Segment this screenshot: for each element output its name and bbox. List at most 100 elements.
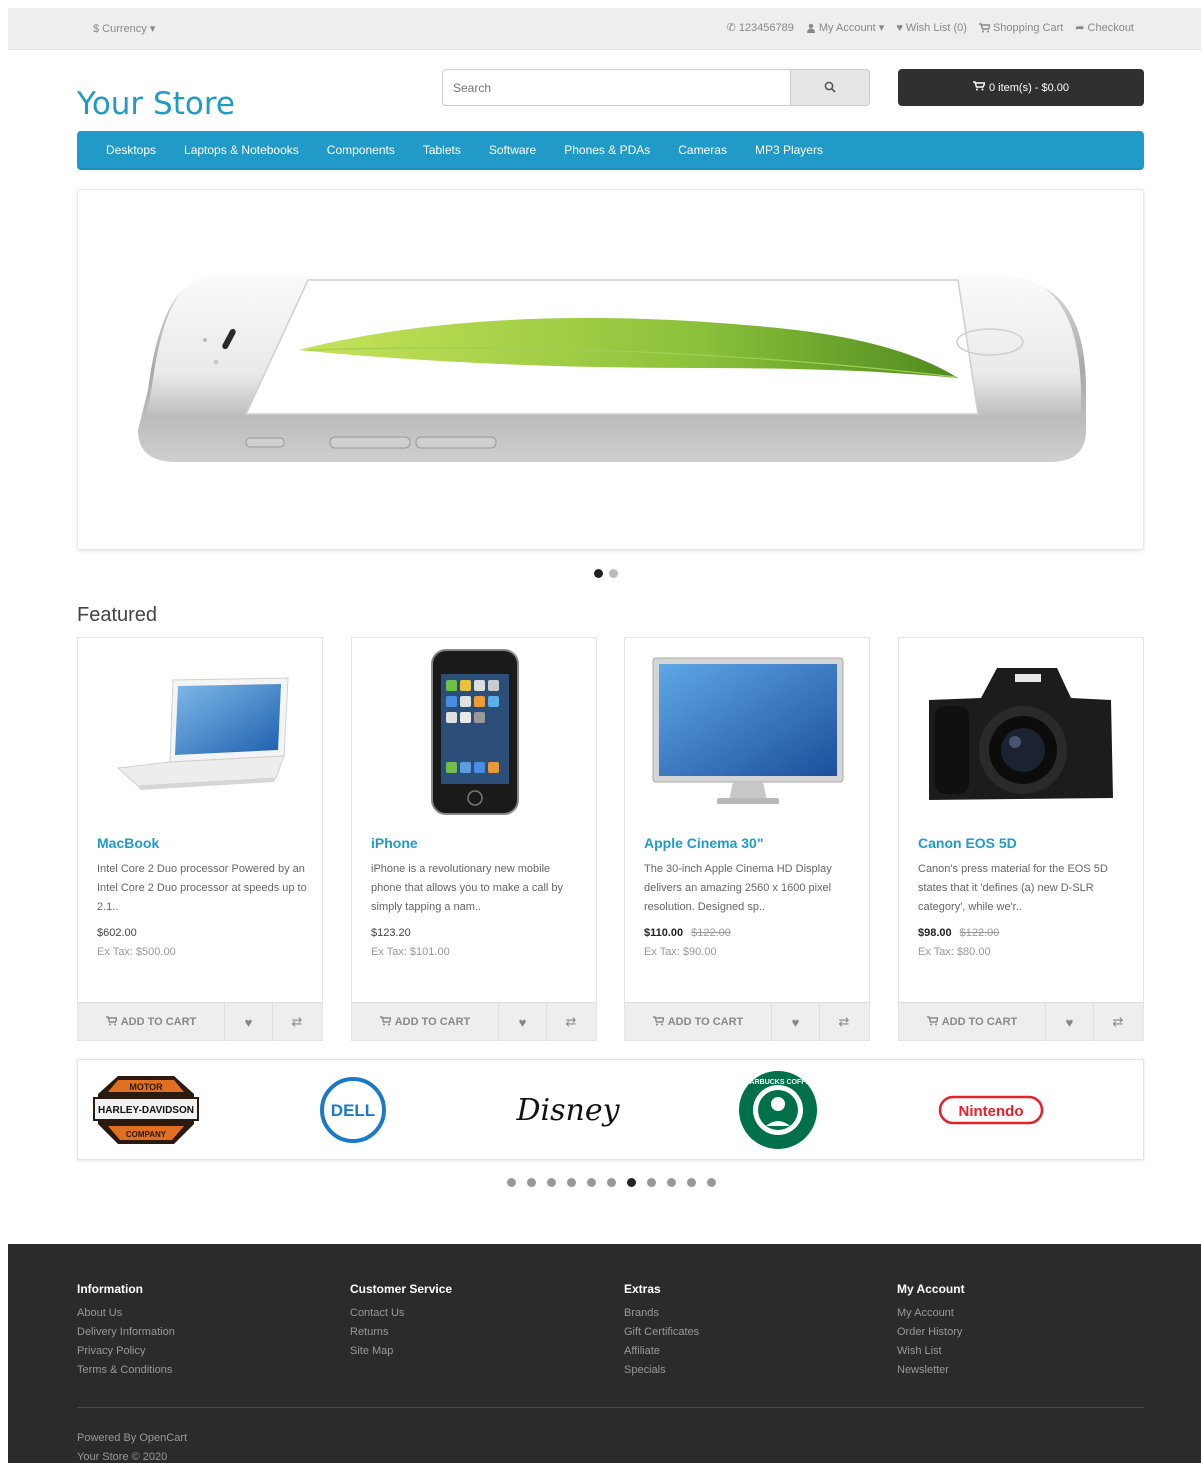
product-description: Intel Core 2 Duo processor Powered by an… (97, 863, 307, 913)
footer-link[interactable]: Delivery Information (77, 1323, 175, 1342)
wishlist-button[interactable]: ♥ (225, 1003, 273, 1041)
my-account-dropdown[interactable]: My Account ▾ (806, 21, 884, 34)
menu-item-phones[interactable]: Phones & PDAs (564, 143, 650, 157)
menu-item-desktops[interactable]: Desktops (106, 143, 156, 157)
wishlist-button[interactable]: ♥ (1046, 1003, 1094, 1041)
store-logo[interactable]: Your Store (77, 86, 235, 122)
add-to-cart-label: ADD TO CART (667, 1016, 744, 1028)
menu-item-cameras[interactable]: Cameras (678, 143, 727, 157)
disney-text: Disney (515, 1093, 620, 1128)
heart-icon: ♥ (1065, 1014, 1074, 1030)
brand-logo-nintendo[interactable]: Nintendo (938, 1095, 1044, 1125)
product-tax: Ex Tax: $101.00 (371, 946, 450, 958)
product-card-canon: Canon EOS 5D Canon's press material for … (898, 637, 1144, 1041)
brand-dot-active[interactable] (627, 1178, 636, 1187)
add-to-cart-button[interactable]: ADD TO CART (352, 1003, 499, 1041)
exchange-icon: ⇄ (565, 1014, 577, 1029)
brand-dot[interactable] (507, 1178, 516, 1187)
footer-link[interactable]: Specials (624, 1361, 699, 1380)
brand-dot[interactable] (667, 1178, 676, 1187)
price-value: $602.00 (97, 927, 137, 939)
footer-link[interactable]: Affiliate (624, 1342, 699, 1361)
price-new: $110.00 (644, 927, 684, 939)
powered-by-link[interactable]: Powered By OpenCart (77, 1429, 187, 1448)
footer-link[interactable]: Wish List (897, 1342, 965, 1361)
heart-icon: ♥ (518, 1014, 527, 1030)
product-name[interactable]: Apple Cinema 30" (644, 835, 763, 851)
search-input[interactable] (442, 69, 791, 106)
exchange-icon: ⇄ (1112, 1014, 1124, 1029)
footer-link[interactable]: About Us (77, 1304, 175, 1323)
brand-dot[interactable] (567, 1178, 576, 1187)
brand-logo-dell[interactable]: DELL (320, 1077, 386, 1143)
footer-column-title: My Account (897, 1282, 965, 1296)
footer-link[interactable]: Contact Us (350, 1304, 452, 1323)
top-bar: $ Currency ▾ ✆ 123456789 My Account ▾ ♥ Wi… (8, 8, 1201, 50)
product-price: $98.00 $122.00 (918, 927, 999, 939)
brand-logo-disney[interactable]: Disney (515, 1093, 620, 1128)
compare-button[interactable]: ⇄ (547, 1003, 595, 1041)
footer-link[interactable]: Terms & Conditions (77, 1361, 175, 1380)
brand-dot[interactable] (607, 1178, 616, 1187)
brand-logo-starbucks[interactable]: STARBUCKS COFFEE (739, 1071, 817, 1149)
add-to-cart-button[interactable]: ADD TO CART (899, 1003, 1046, 1041)
add-to-cart-button[interactable]: ADD TO CART (625, 1003, 772, 1041)
footer-link[interactable]: My Account (897, 1304, 965, 1323)
add-to-cart-button[interactable]: ADD TO CART (78, 1003, 225, 1041)
brand-dot[interactable] (687, 1178, 696, 1187)
slideshow-banner[interactable] (77, 189, 1144, 550)
product-image-canon[interactable] (899, 638, 1143, 828)
menu-item-mp3[interactable]: MP3 Players (755, 143, 823, 157)
brand-carousel: MOTOR HARLEY-DAVIDSON COMPANY DELL Disne… (77, 1059, 1144, 1160)
footer-link[interactable]: Gift Certificates (624, 1323, 699, 1342)
slide-dot[interactable] (609, 569, 618, 578)
product-image-apple-cinema[interactable] (625, 638, 869, 828)
slide-dot-active[interactable] (594, 569, 603, 578)
wishlist-button[interactable]: ♥ (499, 1003, 547, 1041)
compare-button[interactable]: ⇄ (273, 1003, 321, 1041)
brand-logo-harley-davidson[interactable]: MOTOR HARLEY-DAVIDSON COMPANY (93, 1076, 199, 1144)
price-old: $122.00 (959, 927, 1000, 939)
currency-dropdown[interactable]: $ Currency ▾ (93, 22, 155, 35)
footer-link[interactable]: Privacy Policy (77, 1342, 175, 1361)
menu-item-tablets[interactable]: Tablets (423, 143, 461, 157)
product-actions: ADD TO CART ♥ ⇄ (78, 1002, 322, 1041)
checkout-link[interactable]: ➦ Checkout (1075, 21, 1134, 35)
search-icon (824, 80, 836, 96)
price-value: $123.20 (371, 927, 411, 939)
brand-dot[interactable] (647, 1178, 656, 1187)
cart-total-label: 0 item(s) - $0.00 (988, 81, 1070, 94)
brand-dot[interactable] (547, 1178, 556, 1187)
menu-item-laptops[interactable]: Laptops & Notebooks (184, 143, 299, 157)
wishlist-link[interactable]: ♥ Wish List (0) (896, 21, 967, 34)
brand-dot[interactable] (707, 1178, 716, 1187)
product-name[interactable]: iPhone (371, 835, 418, 851)
product-image-macbook[interactable] (78, 638, 322, 828)
footer-link[interactable]: Brands (624, 1304, 699, 1323)
phone-link[interactable]: ✆ 123456789 (727, 21, 794, 35)
search-button[interactable] (791, 69, 870, 106)
menu-item-components[interactable]: Components (327, 143, 395, 157)
product-name[interactable]: Canon EOS 5D (918, 835, 1017, 851)
footer-link[interactable]: Site Map (350, 1342, 452, 1361)
product-card-iphone: iPhone iPhone is a revolutionary new mob… (351, 637, 597, 1041)
menu-item-software[interactable]: Software (489, 143, 536, 157)
compare-button[interactable]: ⇄ (1094, 1003, 1142, 1041)
shopping-cart-link[interactable]: Shopping Cart (978, 21, 1063, 34)
slideshow-pagination (594, 569, 618, 578)
product-image-iphone[interactable] (352, 638, 596, 828)
product-price: $123.20 (371, 927, 411, 939)
brand-dot[interactable] (587, 1178, 596, 1187)
footer-link[interactable]: Newsletter (897, 1361, 965, 1380)
dell-text: DELL (331, 1101, 375, 1120)
footer-column-title: Information (77, 1282, 143, 1296)
harley-top-text: MOTOR (129, 1082, 163, 1092)
product-tax: Ex Tax: $500.00 (97, 946, 176, 958)
footer-link[interactable]: Returns (350, 1323, 452, 1342)
wishlist-button[interactable]: ♥ (772, 1003, 820, 1041)
footer-link[interactable]: Order History (897, 1323, 965, 1342)
brand-dot[interactable] (527, 1178, 536, 1187)
product-name[interactable]: MacBook (97, 835, 159, 851)
cart-button[interactable]: 0 item(s) - $0.00 (898, 69, 1144, 106)
compare-button[interactable]: ⇄ (820, 1003, 868, 1041)
